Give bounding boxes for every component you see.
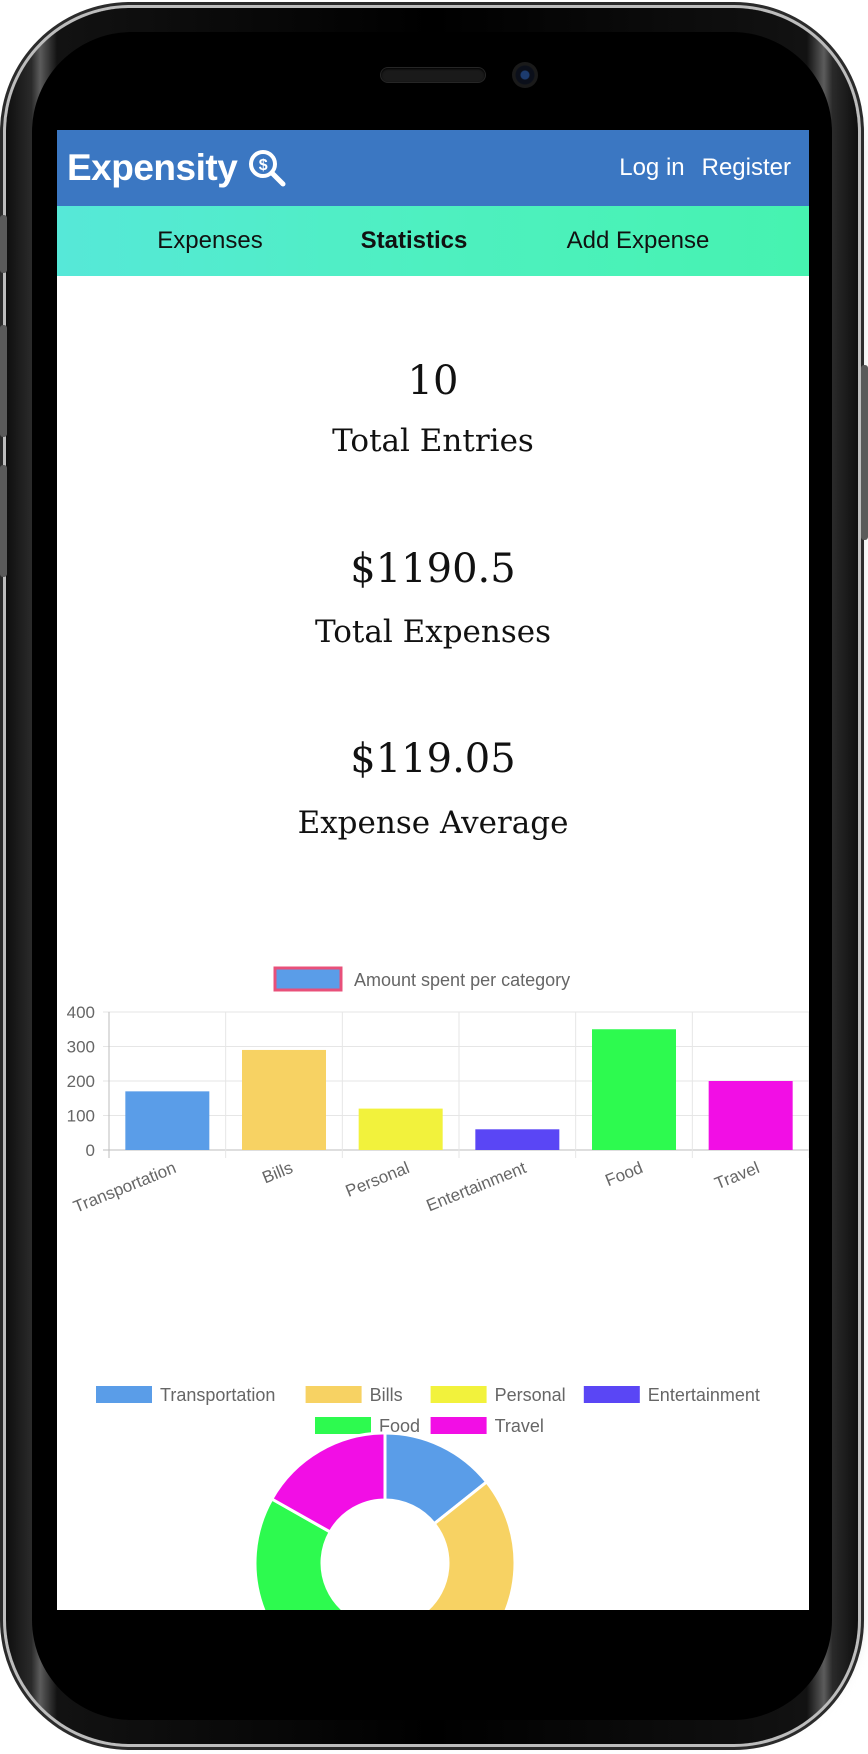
x-tick-label: Travel bbox=[712, 1158, 762, 1193]
legend-swatch-personal[interactable] bbox=[430, 1386, 487, 1403]
total-entries-label-wrap: Total Entries bbox=[57, 423, 809, 459]
svg-text:$: $ bbox=[259, 157, 268, 174]
bar-legend-swatch[interactable] bbox=[273, 966, 343, 992]
brand-logo[interactable]: Expensity $ bbox=[67, 147, 287, 189]
y-tick-label: 100 bbox=[67, 1107, 95, 1126]
login-link[interactable]: Log in bbox=[619, 154, 684, 182]
expense-average-label: Expense Average bbox=[297, 805, 569, 841]
expense-average-stat: $119.05 bbox=[57, 736, 809, 782]
y-tick-label: 400 bbox=[67, 1003, 95, 1022]
front-camera bbox=[512, 62, 538, 88]
x-tick-label: Bills bbox=[259, 1158, 295, 1187]
x-tick-label: Entertainment bbox=[424, 1158, 530, 1215]
power-button bbox=[861, 365, 868, 540]
dollar-magnifier-icon: $ bbox=[249, 150, 286, 187]
legend-swatch-food[interactable] bbox=[315, 1417, 371, 1434]
total-expenses-label: Total Expenses bbox=[314, 614, 552, 650]
app-header: Expensity $ Log in Register bbox=[57, 130, 809, 206]
earpiece-speaker bbox=[381, 68, 485, 82]
nav-add-expense[interactable]: Add Expense bbox=[567, 227, 710, 255]
x-tick-label: Food bbox=[602, 1158, 645, 1190]
x-tick-label: Personal bbox=[343, 1158, 412, 1201]
legend-label-entertainment: Entertainment bbox=[648, 1385, 760, 1405]
y-tick-label: 200 bbox=[67, 1072, 95, 1091]
expense-average-value: $119.05 bbox=[350, 736, 516, 782]
legend-label-travel: Travel bbox=[495, 1416, 544, 1436]
doughnut-chart: Transportation Bills Personal Entertainment… bbox=[96, 1385, 760, 1610]
bar-chart: Amount spent per category 0100200300400 … bbox=[67, 966, 809, 1217]
y-tick-label: 300 bbox=[67, 1038, 95, 1057]
nav-statistics[interactable]: Statistics bbox=[361, 227, 468, 255]
total-expenses-stat: $1190.5 bbox=[57, 546, 809, 592]
bar-personal[interactable] bbox=[358, 1108, 443, 1150]
register-link[interactable]: Register bbox=[702, 154, 791, 182]
bar-x-labels: Transportation Bills Personal Entertainment… bbox=[71, 1158, 762, 1217]
legend-swatch-entertainment[interactable] bbox=[583, 1386, 640, 1403]
doughnut-legend: Transportation Bills Personal Entertainment… bbox=[96, 1385, 760, 1436]
doughnut-slices bbox=[253, 1431, 517, 1610]
total-entries-stat: 10 bbox=[57, 358, 809, 404]
legend-swatch-transportation[interactable] bbox=[96, 1386, 152, 1403]
nav-expenses[interactable]: Expenses bbox=[157, 227, 262, 255]
expense-average-label-wrap: Expense Average bbox=[57, 805, 809, 841]
total-entries-value: 10 bbox=[407, 358, 459, 404]
app-screen: Expensity $ Log in Register Expenses Sta… bbox=[57, 130, 809, 1610]
total-expenses-label-wrap: Total Expenses bbox=[57, 614, 809, 650]
brand-name: Expensity bbox=[67, 147, 238, 188]
volume-down-button bbox=[0, 465, 7, 577]
bar-food[interactable] bbox=[592, 1029, 676, 1150]
legend-label-transportation: Transportation bbox=[160, 1385, 275, 1405]
auth-links: Log in Register bbox=[619, 154, 791, 182]
bar-bills[interactable] bbox=[242, 1049, 326, 1150]
bar-transportation[interactable] bbox=[125, 1091, 210, 1150]
total-entries-label: Total Entries bbox=[332, 423, 534, 459]
total-expenses-value: $1190.5 bbox=[350, 546, 516, 592]
mute-switch bbox=[0, 215, 7, 273]
legend-swatch-bills[interactable] bbox=[305, 1386, 362, 1403]
bar-entertainment[interactable] bbox=[475, 1129, 560, 1150]
main-nav: Expenses Statistics Add Expense bbox=[57, 206, 809, 276]
volume-up-button bbox=[0, 325, 7, 437]
y-tick-label: 0 bbox=[86, 1141, 95, 1160]
legend-swatch-travel[interactable] bbox=[430, 1417, 487, 1434]
bar-travel[interactable] bbox=[708, 1081, 793, 1150]
legend-label-bills: Bills bbox=[370, 1385, 403, 1405]
legend-label-personal: Personal bbox=[495, 1385, 566, 1405]
bar-legend-label: Amount spent per category bbox=[354, 970, 570, 990]
x-tick-label: Transportation bbox=[71, 1158, 179, 1216]
